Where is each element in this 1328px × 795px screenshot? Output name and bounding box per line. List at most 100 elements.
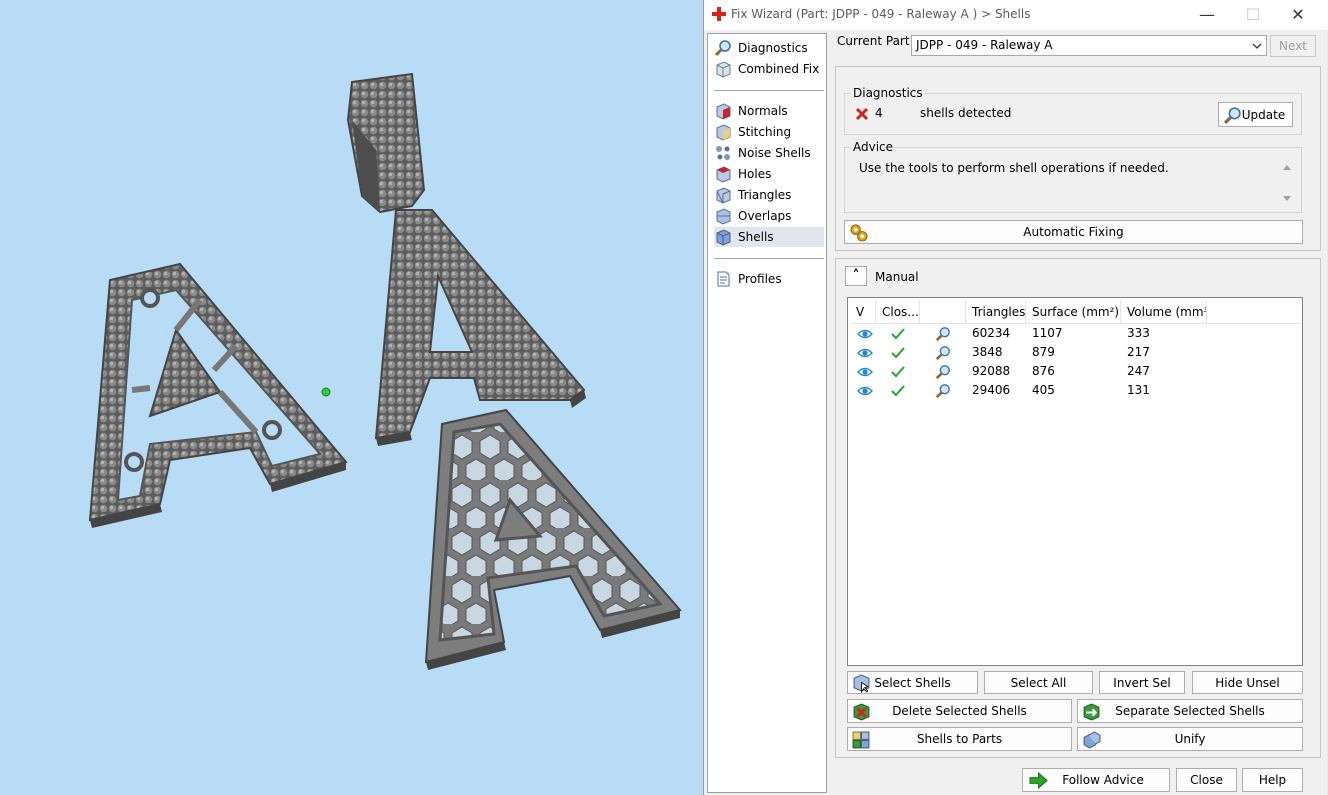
minimize-button[interactable]: — xyxy=(1184,0,1230,30)
table-row[interactable]: 29406 405 131 xyxy=(850,381,1300,400)
shells-list-header: V Clos... Triangles Surface (mm²) Volume… xyxy=(850,300,1300,324)
window-title: Fix Wizard (Part: JDPP - 049 - Raleway A… xyxy=(731,7,1031,21)
nav-item-shells[interactable]: Shells xyxy=(714,227,824,247)
column-visible[interactable]: V xyxy=(850,300,876,323)
triangles-cube-icon xyxy=(716,187,731,204)
green-arrow-icon xyxy=(1029,771,1048,790)
table-row[interactable]: 3848 879 217 xyxy=(850,343,1300,362)
nav-item-overlaps[interactable]: Overlaps xyxy=(714,206,824,226)
nav-item-stitching[interactable]: Stitching xyxy=(714,122,824,142)
nav-item-profiles[interactable]: Profiles xyxy=(714,269,824,289)
diagnostics-title: Diagnostics xyxy=(851,86,925,100)
manual-collapse-button[interactable]: ˄ xyxy=(845,266,867,286)
hide-unselected-button[interactable]: Hide Unsel xyxy=(1192,671,1303,694)
nav-item-diagnostics[interactable]: Diagnostics xyxy=(714,38,824,58)
follow-advice-button[interactable]: Follow Advice xyxy=(1022,768,1170,792)
close-button[interactable]: Close xyxy=(1176,768,1237,792)
framed-letter-shell[interactable] xyxy=(88,262,348,528)
zoom-to-shell-icon[interactable] xyxy=(932,324,954,343)
diagnostics-group: Diagnostics 4 shells detected Update xyxy=(844,86,1302,135)
surface-cell: 879 xyxy=(1032,345,1055,359)
beaded-letter-shell[interactable] xyxy=(374,209,586,446)
separate-shell-icon xyxy=(1083,703,1100,721)
current-part-select[interactable]: JDPP - 049 - Raleway A xyxy=(911,35,1267,56)
overlaps-cube-icon xyxy=(716,208,731,225)
triangles-cell: 29406 xyxy=(972,383,1011,397)
visibility-eye-icon[interactable] xyxy=(854,324,876,343)
model-scene xyxy=(88,72,682,670)
nav-item-holes[interactable]: Holes xyxy=(714,164,824,184)
cube-icon xyxy=(716,61,731,78)
volume-cell: 247 xyxy=(1127,364,1150,378)
nav-item-triangles[interactable]: Triangles xyxy=(714,185,824,205)
nav-item-combined-fix[interactable]: Combined Fix xyxy=(714,59,824,79)
diagnostics-panel: Diagnostics 4 shells detected Update Adv… xyxy=(835,66,1321,251)
scroll-arrows-icon xyxy=(1283,165,1291,201)
closed-check-icon xyxy=(886,324,910,343)
update-button[interactable]: Update xyxy=(1218,102,1293,127)
visibility-eye-icon[interactable] xyxy=(854,343,876,362)
error-x-icon xyxy=(855,107,869,121)
bail-shell[interactable] xyxy=(346,72,426,214)
unify-icon xyxy=(1083,731,1101,749)
help-button[interactable]: Help xyxy=(1242,768,1303,792)
title-bar: Fix Wizard (Part: JDPP - 049 - Raleway A… xyxy=(704,0,1328,30)
shells-to-parts-button[interactable]: Shells to Parts xyxy=(847,727,1072,751)
table-row[interactable]: 92088 876 247 xyxy=(850,362,1300,381)
maximize-button[interactable]: ☐ xyxy=(1230,0,1276,30)
3d-viewport[interactable] xyxy=(0,0,703,795)
visibility-eye-icon[interactable] xyxy=(854,362,876,381)
volume-cell: 217 xyxy=(1127,345,1150,359)
visibility-eye-icon[interactable] xyxy=(854,381,876,400)
shells-to-parts-icon xyxy=(852,731,870,749)
volume-cell: 333 xyxy=(1127,326,1150,340)
advice-text: Use the tools to perform shell operation… xyxy=(859,161,1169,175)
advice-title: Advice xyxy=(851,140,896,154)
gears-icon xyxy=(850,224,868,242)
zoom-to-shell-icon[interactable] xyxy=(932,362,954,381)
unify-button[interactable]: Unify xyxy=(1077,727,1303,751)
wizard-nav: Diagnostics Combined Fix Normals Stitchi… xyxy=(707,33,827,793)
nav-separator xyxy=(714,258,824,259)
delete-selected-shells-button[interactable]: Delete Selected Shells xyxy=(847,699,1072,723)
zoom-to-shell-icon[interactable] xyxy=(932,381,954,400)
shells-list[interactable]: V Clos... Triangles Surface (mm²) Volume… xyxy=(847,297,1303,666)
normals-cube-icon xyxy=(716,103,731,120)
column-zoom[interactable] xyxy=(920,300,966,323)
separate-selected-shells-button[interactable]: Separate Selected Shells xyxy=(1077,699,1303,723)
advice-group: Advice Use the tools to perform shell op… xyxy=(844,140,1302,213)
surface-cell: 1107 xyxy=(1032,326,1063,340)
delete-shell-icon xyxy=(853,703,870,721)
zoom-to-shell-icon[interactable] xyxy=(932,343,954,362)
stitching-cube-icon xyxy=(716,124,731,141)
document-icon xyxy=(717,271,730,287)
invert-selection-button[interactable]: Invert Sel xyxy=(1099,671,1185,694)
magnifier-icon xyxy=(1223,107,1241,125)
nav-item-noise-shells[interactable]: Noise Shells xyxy=(714,143,824,163)
table-row[interactable]: 60234 1107 333 xyxy=(850,324,1300,343)
volume-cell: 131 xyxy=(1127,383,1150,397)
next-button[interactable]: Next xyxy=(1270,35,1316,57)
select-shells-button[interactable]: Select Shells xyxy=(847,671,978,694)
honeycomb-letter-shell[interactable] xyxy=(424,408,682,670)
close-window-button[interactable]: ✕ xyxy=(1275,0,1321,30)
nav-separator xyxy=(714,90,824,91)
column-volume[interactable]: Volume (mm³) xyxy=(1121,300,1207,323)
nav-item-normals[interactable]: Normals xyxy=(714,101,824,121)
column-closed[interactable]: Clos... xyxy=(876,300,920,323)
pivot-point-marker xyxy=(321,387,331,397)
triangles-cell: 60234 xyxy=(972,326,1011,340)
shell-count: 4 xyxy=(875,106,883,120)
advice-scrollbar[interactable] xyxy=(1279,160,1295,206)
closed-check-icon xyxy=(886,381,910,400)
select-all-button[interactable]: Select All xyxy=(984,671,1093,694)
automatic-fixing-button[interactable]: Automatic Fixing xyxy=(844,220,1303,244)
holes-cube-icon xyxy=(716,166,731,183)
column-triangles[interactable]: Triangles xyxy=(966,300,1026,323)
triangles-cell: 3848 xyxy=(972,345,1003,359)
chevron-down-icon xyxy=(1252,43,1262,49)
diagnostics-message: shells detected xyxy=(920,106,1012,120)
column-surface[interactable]: Surface (mm²) xyxy=(1026,300,1121,323)
current-part-label: Current Part: xyxy=(837,34,914,48)
red-cross-icon xyxy=(712,7,726,21)
